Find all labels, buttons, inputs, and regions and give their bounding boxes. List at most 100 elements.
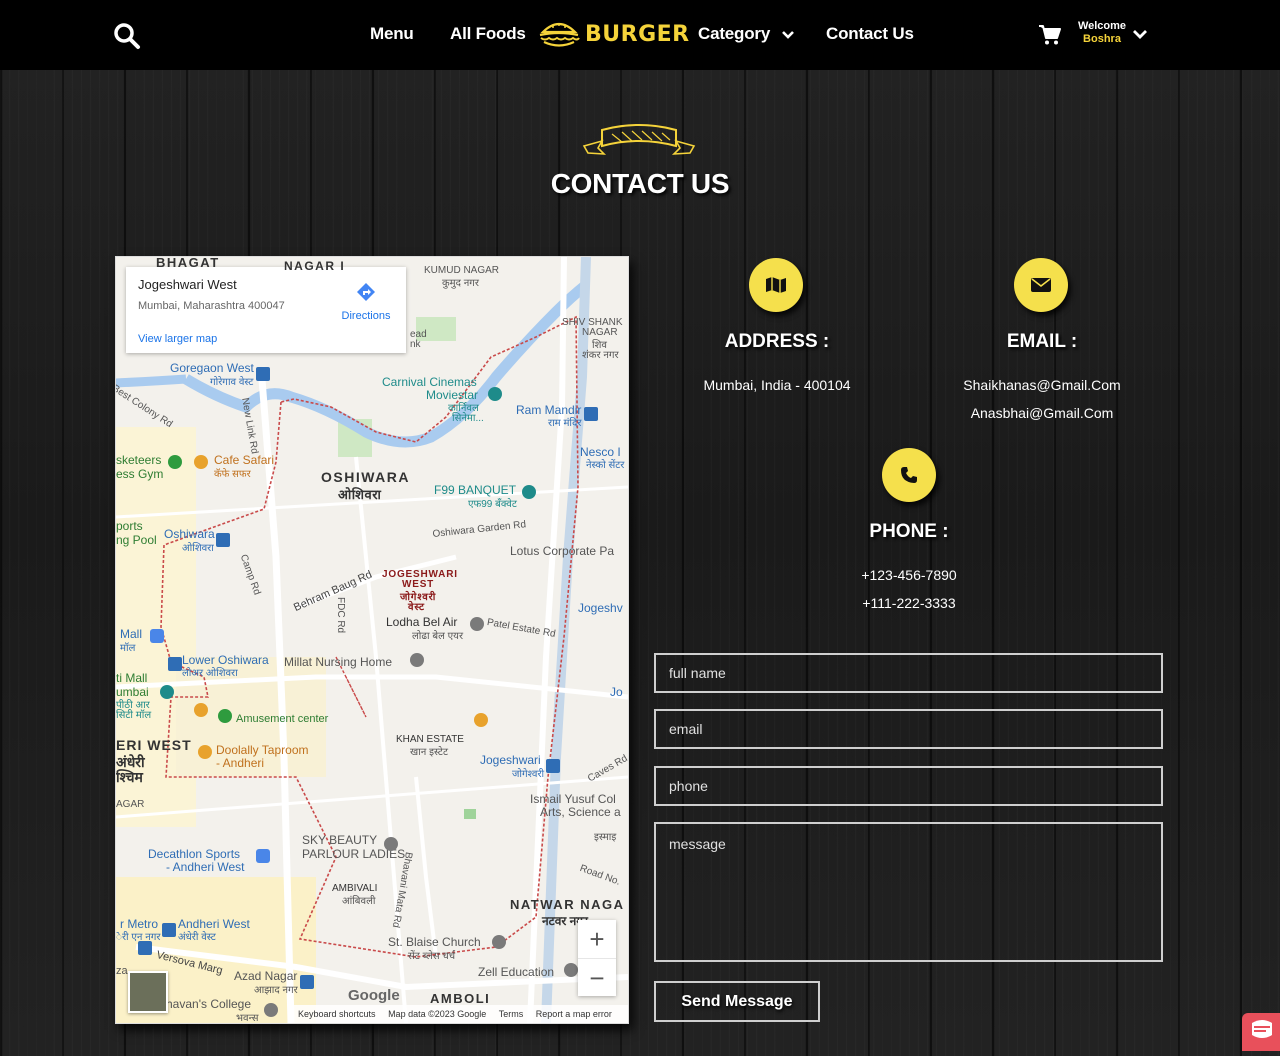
nav-all-foods[interactable]: All Foods: [450, 24, 526, 44]
email-value: Anasbhai@Gmail.Com: [970, 405, 1114, 421]
nav-menu[interactable]: Menu: [370, 24, 414, 44]
map-label: NAGAR I: [284, 259, 346, 273]
map-label: लोढा बेल एयर: [412, 631, 464, 642]
building-pin: [470, 617, 484, 631]
map-label: Carnival Cinemas: [382, 375, 477, 389]
full-name-field[interactable]: [654, 653, 1163, 693]
food-pin: [474, 713, 488, 727]
map-label: एफ99 बँक्वेट: [468, 499, 517, 510]
school-pin: [564, 963, 578, 977]
map-label: ng Pool: [116, 533, 157, 547]
map-label: गोरेगाव वेस्ट: [210, 377, 254, 388]
map-label: शंकर नगर: [582, 350, 619, 361]
map-label: Goregaon West: [170, 361, 254, 375]
map-label: कुमुद नगर: [442, 278, 480, 289]
nav-category[interactable]: Category: [698, 24, 795, 44]
bar-pin: [198, 745, 212, 759]
map-label: ERI WEST: [116, 737, 192, 753]
phone-icon: [901, 467, 917, 483]
map-label: खान इस्टेट: [410, 747, 448, 758]
banquet-pin: [522, 485, 536, 499]
college-pin: [264, 1003, 278, 1017]
chevron-down-icon[interactable]: [1132, 28, 1148, 40]
map-label: वेस्ट: [408, 602, 425, 613]
phone-value: +123-456-7890: [861, 567, 957, 583]
user-menu[interactable]: Welcome Boshra: [1076, 20, 1128, 46]
map-label: havan's College: [166, 997, 252, 1011]
map-label: ports: [116, 519, 143, 533]
metro-station-pin: [168, 657, 182, 671]
cart-icon[interactable]: [1038, 24, 1062, 46]
map-label: नेस्को सेंटर: [586, 460, 625, 471]
hospital-pin: [410, 653, 424, 667]
map-label: F99 BANQUET: [434, 483, 517, 497]
map-label: Cafe Safari: [214, 453, 275, 467]
message-field[interactable]: [654, 822, 1163, 962]
map-label: सेंट ब्लेस चर्च: [408, 951, 456, 962]
shopping-pin: [256, 849, 270, 863]
map-data-label: Map data ©2023 Google: [388, 1009, 487, 1019]
map-label: Mall: [120, 627, 143, 641]
map-label: भवन्स: [236, 1013, 259, 1024]
ribbon-icon: [582, 124, 696, 155]
directions-button[interactable]: Directions: [338, 281, 394, 322]
food-pin: [194, 703, 208, 717]
send-message-button[interactable]: Send Message: [654, 981, 820, 1022]
map-label: - Andheri: [216, 756, 265, 770]
map-label: Lotus Corporate Pa: [510, 544, 615, 558]
envelope-icon: [1031, 278, 1051, 292]
map-label: ti Mall: [116, 671, 148, 685]
metro-station-pin: [138, 941, 152, 955]
map-label: श्चिम: [116, 769, 143, 785]
map-place-card: Jogeshwari West Mumbai, Maharashtra 4000…: [126, 267, 406, 353]
map-footer: Keyboard shortcuts Map data ©2023 Google…: [294, 1005, 628, 1023]
email-title: EMAIL :: [1006, 331, 1078, 352]
phone-value: +111-222-3333: [862, 595, 956, 611]
map-zoom-controls: + −: [578, 920, 616, 996]
search-icon[interactable]: [113, 22, 141, 50]
welcome-label: Welcome: [1077, 20, 1127, 32]
metro-station-pin: [216, 533, 230, 547]
map-label: FDC Rd: [335, 597, 346, 634]
satellite-toggle[interactable]: [128, 971, 168, 1013]
map-label: Jogeshv: [578, 601, 623, 615]
map-label: जोगेश्वरी: [512, 769, 545, 780]
map-label: आंबिवली: [342, 896, 376, 907]
train-station-pin: [584, 407, 598, 421]
gym-pin: [168, 455, 182, 469]
map-label: ess Gym: [116, 467, 164, 481]
view-larger-map-link[interactable]: View larger map: [138, 333, 217, 345]
cinema-pin: [488, 387, 502, 401]
zoom-out-button[interactable]: −: [578, 959, 616, 997]
nav-contact-us[interactable]: Contact Us: [826, 24, 914, 44]
map-label: Ismail Yusuf Col: [530, 792, 616, 806]
map-label: राम मंदिर: [548, 418, 582, 429]
nav-category-label: Category: [698, 24, 771, 43]
cafe-pin: [194, 455, 208, 469]
embedded-map[interactable]: Jogeshwari West Mumbai, Maharashtra 4000…: [115, 256, 629, 1024]
map-label: मॉल: [120, 643, 136, 654]
email-field[interactable]: [654, 709, 1163, 749]
metro-station-pin: [256, 367, 270, 381]
map-label: Decathlon Sports: [148, 847, 241, 861]
phone-field[interactable]: [654, 766, 1163, 806]
report-error-link[interactable]: Report a map error: [536, 1009, 612, 1019]
address-value: Mumbai, India - 400104: [703, 377, 851, 393]
terms-link[interactable]: Terms: [499, 1009, 524, 1019]
map-label: Jogeshwari: [480, 753, 541, 767]
chevron-down-icon: [781, 30, 794, 39]
map-label: BHAGAT: [156, 256, 220, 270]
park-pin: [218, 709, 232, 723]
map-label: SKY BEAUTY: [302, 833, 378, 847]
map-card-title: Jogeshwari West: [138, 277, 237, 292]
brand-logo[interactable]: BURGER: [537, 16, 690, 52]
salon-pin: [384, 837, 398, 851]
map-label: NATWAR NAGA: [510, 897, 625, 912]
user-name: Boshra: [1083, 33, 1121, 45]
map-label: ओशिवरा: [338, 487, 382, 502]
map-label: AGAR: [116, 799, 145, 810]
keyboard-shortcuts-link[interactable]: Keyboard shortcuts: [298, 1009, 376, 1019]
email-badge: [1014, 258, 1068, 312]
chat-icon[interactable]: [1242, 1013, 1280, 1051]
zoom-in-button[interactable]: +: [578, 920, 616, 959]
